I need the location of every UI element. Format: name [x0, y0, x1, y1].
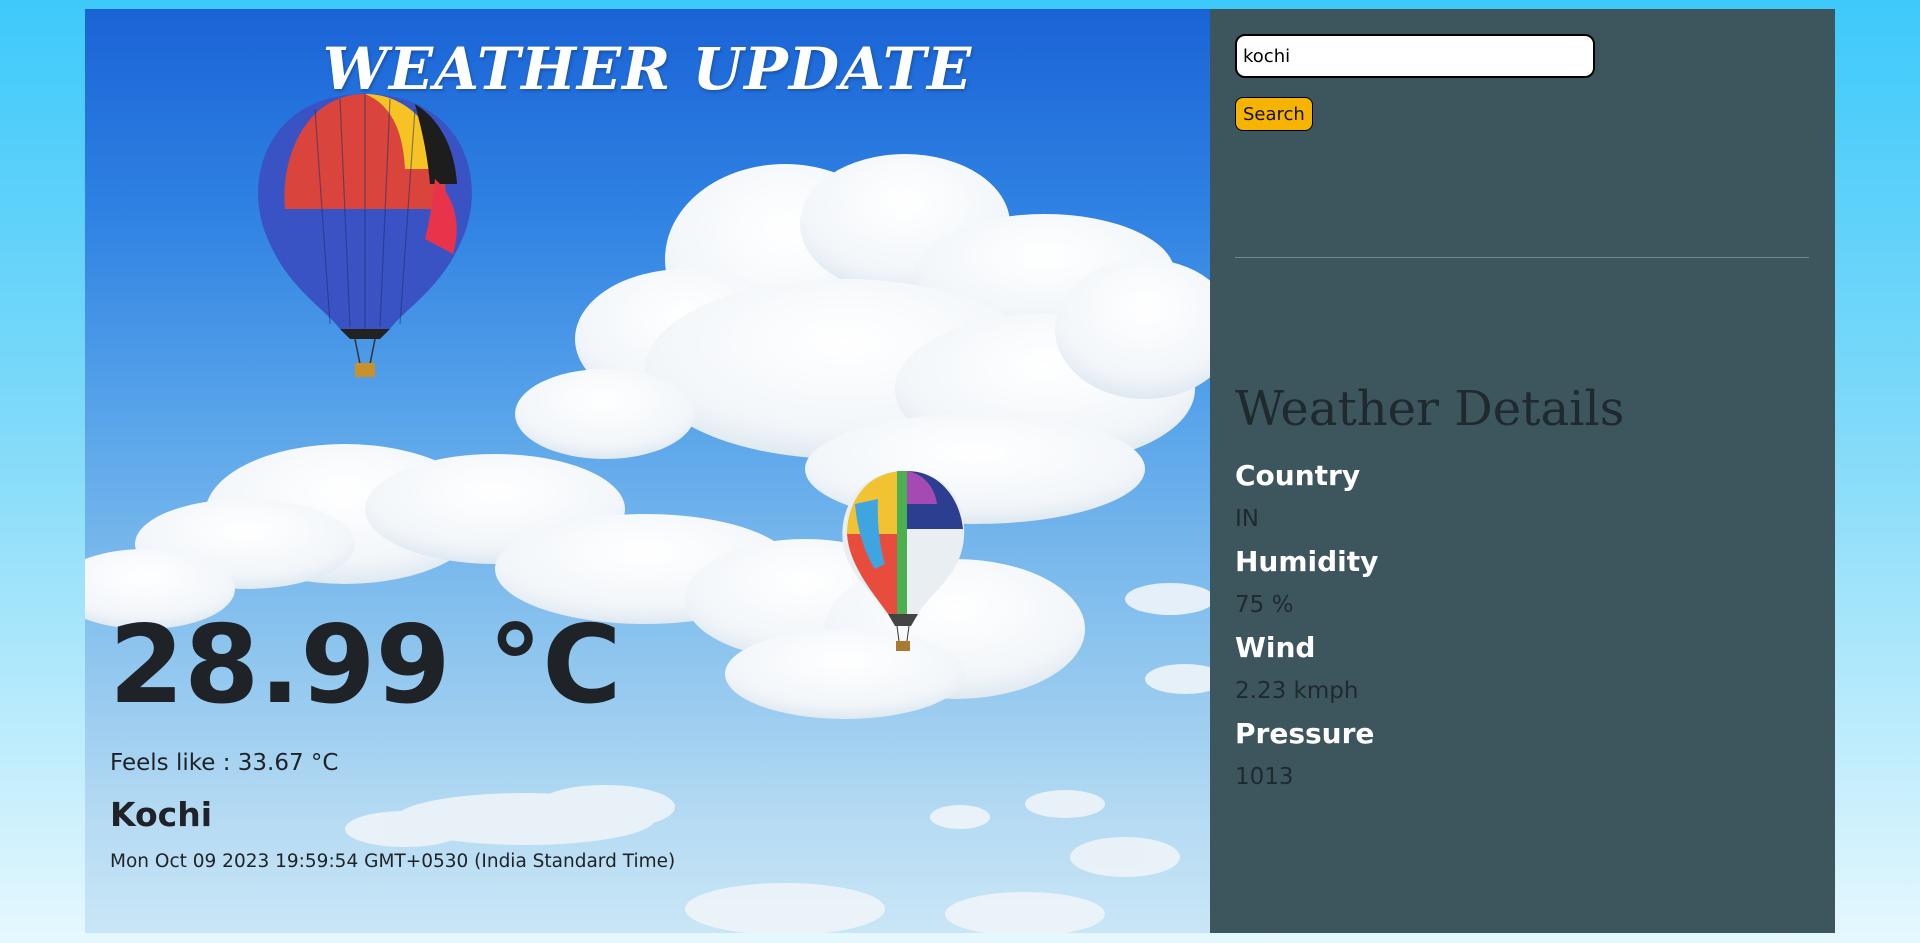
pressure-value: 1013: [1235, 764, 1294, 790]
current-datetime: Mon Oct 09 2023 19:59:54 GMT+0530 (India…: [110, 851, 676, 872]
search-input[interactable]: [1235, 34, 1595, 78]
cloud-large: [515, 154, 1210, 524]
app-title: WEATHER UPDATE: [322, 35, 973, 103]
feels-like-text: Feels like : 33.67 °C: [110, 750, 339, 776]
wind-label: Wind: [1235, 631, 1316, 664]
temperature-value: 28.99 °C: [109, 603, 622, 728]
sky-balloons-background: [85, 94, 1210, 933]
weather-app: WEATHER UPDATE 28.99 °C Feels like : 33.…: [85, 9, 1835, 933]
weather-hero-panel: WEATHER UPDATE 28.99 °C Feels like : 33.…: [85, 9, 1210, 933]
weather-details-title: Weather Details: [1235, 381, 1625, 437]
wind-value: 2.23 kmph: [1235, 678, 1359, 704]
details-panel: Search Weather Details Country IN Humidi…: [1210, 9, 1835, 933]
humidity-label: Humidity: [1235, 545, 1379, 578]
search-button[interactable]: Search: [1235, 97, 1313, 131]
country-label: Country: [1235, 459, 1361, 492]
humidity-value: 75 %: [1235, 592, 1294, 618]
country-value: IN: [1235, 506, 1259, 532]
hot-air-balloon-large: [258, 94, 472, 377]
city-name: Kochi: [110, 795, 213, 834]
pressure-label: Pressure: [1235, 717, 1375, 750]
divider: [1235, 257, 1809, 258]
